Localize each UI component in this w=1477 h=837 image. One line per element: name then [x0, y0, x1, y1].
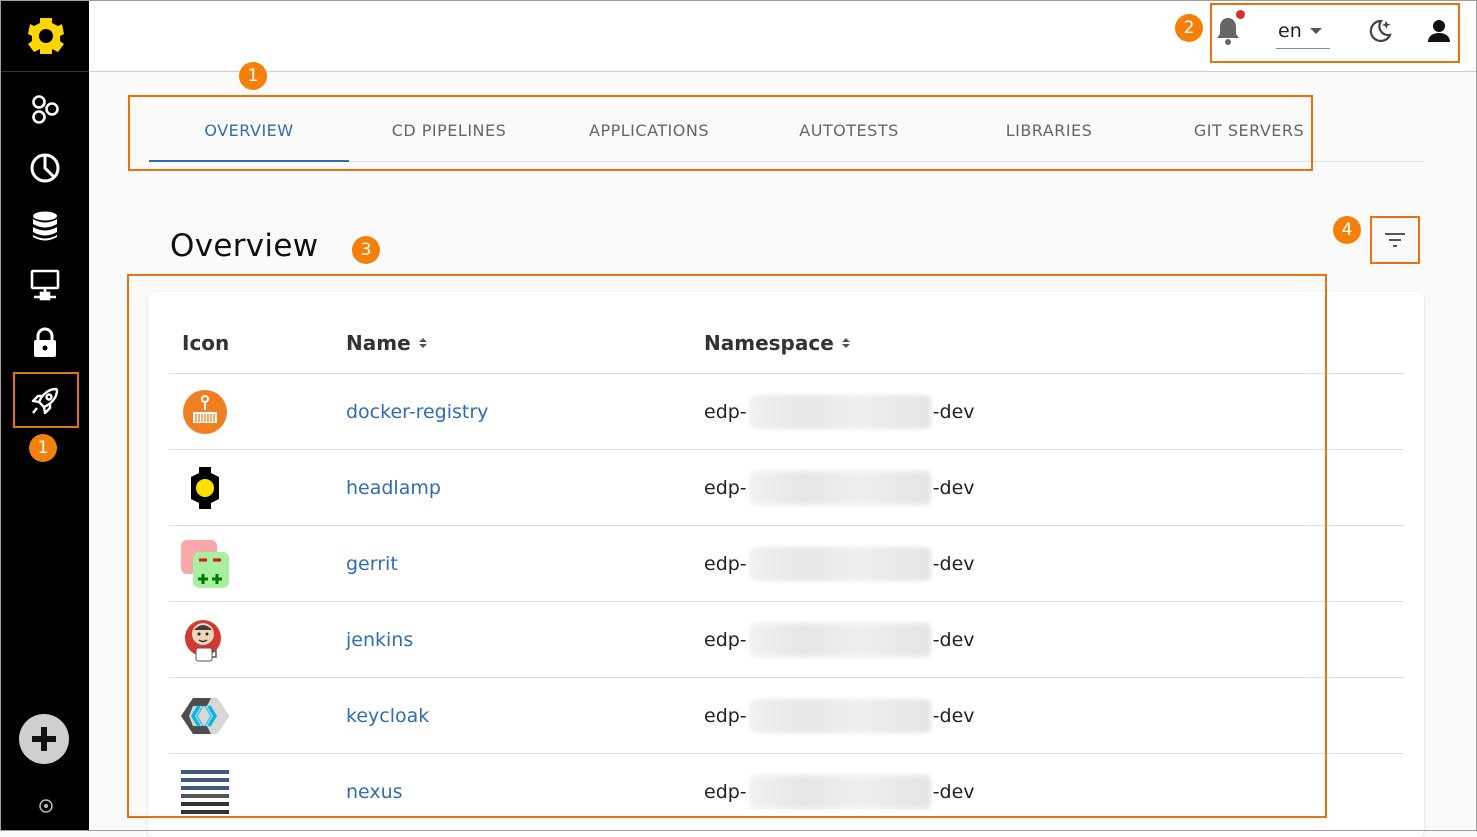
namespace-redacted	[748, 471, 931, 505]
column-header-label: Namespace	[704, 331, 834, 355]
user-icon	[1428, 20, 1450, 42]
namespace-redacted	[748, 699, 931, 733]
tab-bar: OVERVIEW CD PIPELINES APPLICATIONS AUTOT…	[149, 100, 1423, 162]
nexus-icon	[181, 770, 229, 814]
sort-icon	[418, 338, 427, 348]
sidebar-item-security[interactable]	[25, 323, 65, 363]
table-row: headlamp edp- -dev	[169, 449, 1404, 526]
table-row: keycloak edp- -dev	[169, 677, 1404, 754]
sidebar-item-overview[interactable]	[25, 90, 65, 130]
tab-cd-pipelines[interactable]: CD PIPELINES	[349, 100, 549, 161]
annotation-badge: 1	[239, 62, 267, 90]
bell-icon	[1217, 18, 1239, 45]
notification-dot	[1236, 10, 1245, 19]
namespace-prefix: edp-	[704, 705, 747, 727]
kubernetes-icon	[39, 799, 53, 813]
namespace-suffix: -dev	[932, 401, 975, 423]
add-button[interactable]	[19, 714, 69, 764]
namespace-redacted	[748, 547, 931, 581]
annotation-badge: 1	[29, 434, 57, 462]
tab-overview[interactable]: OVERVIEW	[149, 100, 349, 161]
row-name-link[interactable]: docker-registry	[346, 374, 488, 450]
database-icon	[33, 211, 57, 241]
language-value: en	[1278, 20, 1302, 42]
pie-chart-icon	[30, 153, 60, 183]
namespace-suffix: -dev	[932, 477, 975, 499]
column-header-label: Name	[346, 331, 411, 355]
row-namespace: edp- -dev	[704, 754, 975, 830]
keycloak-icon	[181, 698, 229, 734]
theme-moon-icon	[1369, 19, 1392, 43]
user-menu-button[interactable]	[1422, 14, 1456, 48]
network-icon	[30, 269, 60, 301]
namespace-prefix: edp-	[704, 477, 747, 499]
theme-toggle-button[interactable]	[1362, 14, 1396, 48]
tab-autotests[interactable]: AUTOTESTS	[749, 100, 949, 161]
annotation-badge: 3	[352, 236, 380, 264]
row-namespace: edp- -dev	[704, 602, 975, 678]
row-name-link[interactable]: keycloak	[346, 678, 429, 754]
tab-git-servers[interactable]: GIT SERVERS	[1149, 100, 1349, 161]
page-title: Overview	[170, 228, 319, 264]
row-name-link[interactable]: nexus	[346, 754, 403, 830]
row-namespace: edp- -dev	[704, 374, 975, 450]
overview-table-card: Icon Name Namespace docker-registry edp-…	[148, 292, 1424, 837]
sidebar-item-storage[interactable]	[25, 206, 65, 246]
row-namespace: edp- -dev	[704, 526, 975, 602]
sidebar-item-dashboard[interactable]	[25, 148, 65, 188]
sidebar-active-highlight	[13, 372, 79, 428]
tab-libraries[interactable]: LIBRARIES	[949, 100, 1149, 161]
jenkins-icon	[185, 620, 221, 662]
notifications-button[interactable]	[1212, 14, 1244, 48]
chevron-down-icon	[1309, 28, 1322, 34]
annotation-badge: 4	[1333, 216, 1361, 244]
namespace-suffix: -dev	[932, 553, 975, 575]
plus-icon	[32, 727, 56, 751]
annotation-badge: 2	[1175, 14, 1203, 42]
column-header-namespace[interactable]: Namespace	[704, 312, 850, 374]
sidebar-item-network[interactable]	[25, 265, 65, 305]
app-logo[interactable]	[1, 1, 89, 72]
filter-icon	[1385, 233, 1405, 247]
components-icon	[32, 95, 59, 124]
docker-registry-icon	[183, 390, 227, 434]
row-name-link[interactable]: jenkins	[346, 602, 413, 678]
table-row: gerrit edp- -dev	[169, 525, 1404, 602]
column-header-icon: Icon	[182, 312, 229, 374]
namespace-prefix: edp-	[704, 553, 747, 575]
table-row: docker-registry edp- -dev	[169, 373, 1404, 450]
logo-icon	[28, 18, 64, 54]
row-name-link[interactable]: headlamp	[346, 450, 441, 526]
row-name-link[interactable]: gerrit	[346, 526, 398, 602]
column-header-label: Icon	[182, 331, 230, 355]
namespace-prefix: edp-	[704, 401, 747, 423]
tab-applications[interactable]: APPLICATIONS	[549, 100, 749, 161]
column-header-name[interactable]: Name	[346, 312, 427, 374]
namespace-redacted	[748, 775, 931, 809]
tab-active-indicator	[149, 160, 349, 162]
namespace-prefix: edp-	[704, 629, 747, 651]
sidebar	[1, 1, 89, 830]
namespace-suffix: -dev	[932, 705, 975, 727]
namespace-redacted	[748, 623, 931, 657]
top-bar	[89, 1, 1476, 72]
sort-icon	[841, 338, 850, 348]
namespace-suffix: -dev	[932, 781, 975, 803]
lock-icon	[34, 327, 56, 357]
language-select[interactable]: en	[1276, 14, 1330, 49]
row-namespace: edp- -dev	[704, 450, 975, 526]
table-row: jenkins edp- -dev	[169, 601, 1404, 678]
gerrit-icon	[181, 540, 229, 588]
row-namespace: edp- -dev	[704, 678, 975, 754]
namespace-suffix: -dev	[932, 629, 975, 651]
namespace-redacted	[748, 395, 931, 429]
namespace-prefix: edp-	[704, 781, 747, 803]
filter-button[interactable]	[1372, 218, 1418, 262]
headlamp-icon	[191, 467, 219, 509]
table-row: nexus edp- -dev	[169, 753, 1404, 830]
